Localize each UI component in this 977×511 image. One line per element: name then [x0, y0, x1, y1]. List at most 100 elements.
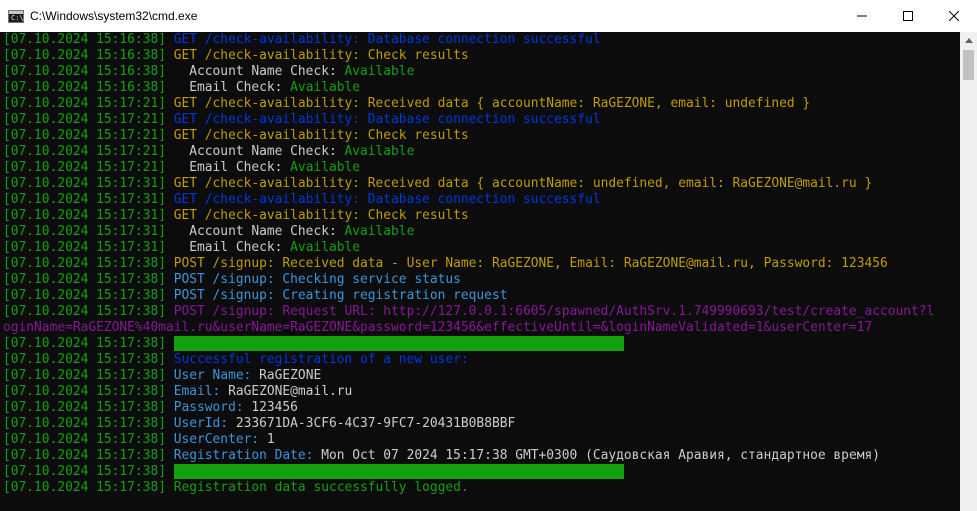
cmd-app-icon[interactable]: C:\ — [8, 9, 24, 23]
console-line: [07.10.2024 15:17:38] POST /signup: Crea… — [0, 288, 960, 304]
console-line: [07.10.2024 15:17:38] POST /signup: Rece… — [0, 256, 960, 272]
cmd-window: C:\ C:\Windows\system32\cmd.exe [07.10.2… — [0, 0, 977, 511]
scroll-up-arrow-icon — [964, 38, 973, 43]
log-text: POST /signup: Checking service status — [165, 272, 461, 287]
log-timestamp: [07.10.2024 15:16:38] — [3, 80, 166, 95]
scrollbar-thumb[interactable] — [963, 50, 974, 80]
log-text: GET /check-availability: Received data {… — [165, 176, 873, 191]
log-timestamp: [07.10.2024 15:17:21] — [3, 112, 166, 127]
console-line: [07.10.2024 15:17:38] Email: RaGEZONE@ma… — [0, 384, 960, 400]
console-line: [07.10.2024 15:17:38] Password: 123456 — [0, 400, 960, 416]
console-line: [07.10.2024 15:17:38] UserCenter: 1 — [0, 432, 960, 448]
log-timestamp: [07.10.2024 15:17:38] — [3, 416, 166, 431]
console-line: [07.10.2024 15:16:38] Account Name Check… — [0, 64, 960, 80]
console-line: [07.10.2024 15:17:21] Email Check: Avail… — [0, 160, 960, 176]
console-line: [07.10.2024 15:17:38] POST /signup: Requ… — [0, 304, 960, 320]
console-line: [07.10.2024 15:17:21] Account Name Check… — [0, 144, 960, 160]
log-timestamp: [07.10.2024 15:17:38] — [3, 352, 166, 367]
log-timestamp: [07.10.2024 15:17:38] — [3, 336, 166, 351]
log-text: RaGEZONE — [259, 368, 322, 383]
separator-bar: ========================================… — [173, 464, 624, 479]
log-timestamp: [07.10.2024 15:17:31] — [3, 224, 166, 239]
log-text: GET /check-availability: Check results — [165, 48, 469, 63]
log-timestamp: [07.10.2024 15:17:31] — [3, 192, 166, 207]
log-text: UserCenter: — [165, 432, 267, 447]
log-text: GET /check-availability: Database connec… — [165, 192, 601, 207]
log-text: 123456 — [251, 400, 298, 415]
log-text: Account Name Check: — [165, 144, 345, 159]
console-line: [07.10.2024 15:17:38] Registration Date:… — [0, 448, 960, 464]
log-text: Registration Date: — [165, 448, 322, 463]
log-timestamp: [07.10.2024 15:17:21] — [3, 96, 166, 111]
cmd-app-icon-text: C:\ — [11, 13, 24, 22]
window-title: C:\Windows\system32\cmd.exe — [30, 9, 198, 23]
log-timestamp: [07.10.2024 15:17:38] — [3, 368, 166, 383]
log-text: Registration data successfully logged. — [165, 480, 469, 495]
close-icon — [949, 11, 959, 21]
console-line: [07.10.2024 15:17:21] GET /check-availab… — [0, 128, 960, 144]
log-timestamp: [07.10.2024 15:17:38] — [3, 464, 166, 479]
minimize-button[interactable] — [839, 0, 885, 32]
console-line: [07.10.2024 15:17:38] Registration data … — [0, 480, 960, 496]
console-line: [07.10.2024 15:17:31] GET /check-availab… — [0, 192, 960, 208]
console-line: [07.10.2024 15:17:21] GET /check-availab… — [0, 112, 960, 128]
console-line: [07.10.2024 15:17:38] ==================… — [0, 336, 960, 352]
log-timestamp: [07.10.2024 15:17:31] — [3, 240, 166, 255]
scroll-up-button[interactable] — [960, 32, 977, 49]
log-timestamp: [07.10.2024 15:17:38] — [3, 384, 166, 399]
console-line: [07.10.2024 15:17:31] Account Name Check… — [0, 224, 960, 240]
log-text: Mon Oct 07 2024 15:17:38 GMT+0300 (Саудо… — [321, 448, 880, 463]
log-text: Available — [344, 144, 415, 159]
console-line: [07.10.2024 15:17:38] POST /signup: Chec… — [0, 272, 960, 288]
log-text: User Name: — [165, 368, 260, 383]
log-text: 233671DA-3CF6-4C37-9FC7-20431B0B8BBF — [235, 416, 516, 431]
log-text: GET /check-availability: Database connec… — [165, 112, 601, 127]
log-text: Password: — [165, 400, 252, 415]
vertical-scrollbar[interactable] — [960, 32, 977, 511]
console-line: [07.10.2024 15:16:38] Email Check: Avail… — [0, 80, 960, 96]
log-text: GET /check-availability: Received data {… — [165, 96, 811, 111]
console-line: [07.10.2024 15:17:38] Successful registr… — [0, 352, 960, 368]
log-text: GET /check-availability: Database connec… — [165, 32, 601, 47]
console-line: [07.10.2024 15:17:21] GET /check-availab… — [0, 96, 960, 112]
log-timestamp: [07.10.2024 15:17:38] — [3, 480, 166, 495]
console-line: [07.10.2024 15:17:38] UserId: 233671DA-3… — [0, 416, 960, 432]
log-text: POST /signup: Request URL: http://127.0.… — [165, 304, 935, 319]
log-text: oginName=RaGEZONE%40mail.ru&userName=RaG… — [3, 320, 873, 335]
log-text: POST /signup: Received data - User Name:… — [165, 256, 888, 271]
log-text: Account Name Check: — [165, 224, 345, 239]
log-timestamp: [07.10.2024 15:16:38] — [3, 64, 166, 79]
log-text: RaGEZONE@mail.ru — [228, 384, 353, 399]
log-timestamp: [07.10.2024 15:17:38] — [3, 288, 166, 303]
console-line: [07.10.2024 15:17:31] Email Check: Avail… — [0, 240, 960, 256]
title-bar[interactable]: C:\ C:\Windows\system32\cmd.exe — [0, 0, 977, 32]
log-text: Email: — [165, 384, 229, 399]
log-timestamp: [07.10.2024 15:17:38] — [3, 304, 166, 319]
log-timestamp: [07.10.2024 15:17:21] — [3, 160, 166, 175]
log-text: UserId: — [165, 416, 236, 431]
window-controls — [839, 0, 977, 32]
log-timestamp: [07.10.2024 15:17:21] — [3, 144, 166, 159]
log-timestamp: [07.10.2024 15:17:38] — [3, 256, 166, 271]
log-text: Available — [290, 240, 361, 255]
console-output[interactable]: [07.10.2024 15:16:38] GET /check-availab… — [0, 32, 960, 511]
minimize-icon — [857, 15, 867, 17]
log-text: Available — [344, 64, 415, 79]
separator-bar: ========================================… — [173, 336, 624, 351]
maximize-button[interactable] — [885, 0, 931, 32]
log-text: GET /check-availability: Check results — [165, 128, 469, 143]
log-text: Email Check: — [165, 240, 291, 255]
console-line: oginName=RaGEZONE%40mail.ru&userName=RaG… — [0, 320, 960, 336]
log-timestamp: [07.10.2024 15:17:38] — [3, 432, 166, 447]
close-button[interactable] — [931, 0, 977, 32]
log-timestamp: [07.10.2024 15:17:31] — [3, 208, 166, 223]
log-text: Email Check: — [165, 80, 291, 95]
log-timestamp: [07.10.2024 15:17:38] — [3, 272, 166, 287]
console-line: [07.10.2024 15:17:38] User Name: RaGEZON… — [0, 368, 960, 384]
log-timestamp: [07.10.2024 15:17:21] — [3, 128, 166, 143]
log-timestamp: [07.10.2024 15:17:31] — [3, 176, 166, 191]
log-text: Available — [344, 224, 415, 239]
log-text: Successful registration of a new user: — [165, 352, 469, 367]
log-timestamp: [07.10.2024 15:16:38] — [3, 48, 166, 63]
